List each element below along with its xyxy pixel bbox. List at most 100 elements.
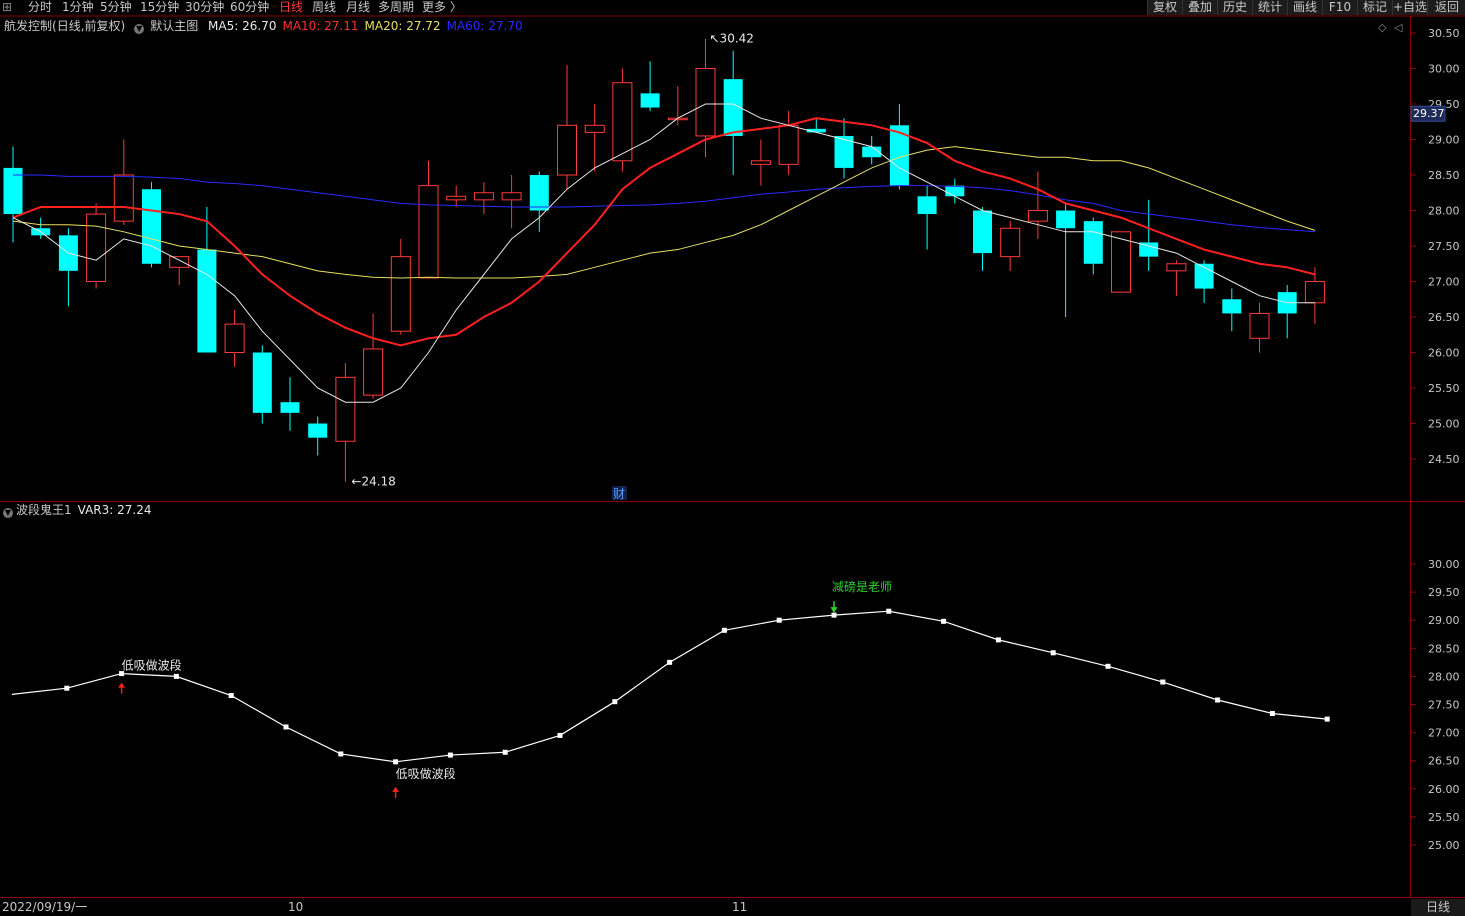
current-price-tag-bg (1410, 105, 1446, 122)
adjust-mode: (日线,前复权) (52, 19, 126, 33)
period-tab[interactable]: 5分钟 (100, 0, 132, 14)
period-tab[interactable]: 日线 (279, 0, 303, 14)
var3-point (1215, 697, 1221, 703)
candle-body-up (1111, 231, 1131, 293)
candle-body-down (723, 79, 743, 136)
indicator-tick-label: 28.00 (1428, 670, 1460, 683)
candle-body-up (1249, 312, 1270, 339)
candle-body-up (667, 117, 688, 121)
high-price-label: ↖30.42 (710, 32, 754, 46)
sell-signal-label: 减磅是老师 (832, 579, 892, 594)
candle-body-down (973, 210, 992, 254)
candle-body-down (1277, 292, 1297, 314)
indicator-tick-label: 26.00 (1428, 783, 1460, 796)
candle-body-down (280, 402, 300, 413)
candle-body-down (142, 189, 161, 264)
buy-arrow-icon (118, 682, 126, 688)
candle-body-up (1000, 227, 1021, 258)
candle-body-down (529, 175, 549, 211)
date-axis-start: 2022/09/19/一 (2, 900, 88, 914)
period-tab[interactable]: 月线 (346, 0, 370, 14)
template-name[interactable]: 默认主图 (150, 19, 198, 33)
indicator-tick-label: 25.50 (1428, 811, 1460, 824)
candle-body-down (31, 228, 51, 236)
candle-body-up (390, 256, 411, 332)
period-tab[interactable]: 多周期 (378, 0, 414, 14)
period-toolbar: ⊞ 分时 1分钟 5分钟 15分钟 30分钟 60分钟 日线 周线 月线 多周期 更多 〉 复权 叠加… (0, 0, 1465, 16)
price-tick-label: 24.50 (1428, 453, 1460, 466)
period-tab[interactable]: 分时 (28, 0, 52, 14)
toolbar-button[interactable]: 统计 (1252, 0, 1287, 15)
candle-body-down (640, 93, 660, 108)
candle-body-down (252, 352, 272, 413)
toolbar-button[interactable]: 复权 (1147, 0, 1182, 15)
candle-body-down (1222, 299, 1242, 314)
period-tab[interactable]: 30分钟 (185, 0, 224, 14)
candle-body-up (501, 192, 522, 201)
var3-point (995, 637, 1001, 643)
price-tick-label: 25.50 (1428, 382, 1460, 395)
current-price-tag: 29.37 (1413, 107, 1445, 120)
toolbar-button[interactable]: F10 (1322, 0, 1357, 15)
var3-point (831, 612, 837, 618)
toolbar-button[interactable]: 叠加 (1182, 0, 1217, 15)
candle-body-down (806, 128, 826, 133)
indicator-tick-label: 27.00 (1428, 727, 1460, 740)
price-tick-label: 27.00 (1428, 276, 1460, 289)
candle-body-up (86, 213, 107, 282)
candle-body-up (446, 195, 467, 201)
candle-body-up (612, 82, 633, 162)
price-tick-label: 26.50 (1428, 311, 1460, 324)
ma-label: MA5: 26.70 (208, 19, 277, 33)
toolbar-button[interactable]: 历史 (1217, 0, 1252, 15)
period-indicator[interactable]: 日线 (1411, 899, 1465, 916)
sell-arrow-icon (830, 607, 838, 614)
buy-signal-label: 低吸做波段 (122, 658, 182, 673)
var3-point (228, 693, 234, 699)
var3-point (283, 724, 289, 730)
indicator-tick-label: 30.00 (1428, 558, 1460, 571)
var3-point (721, 627, 727, 633)
toolbar-button[interactable]: 画线 (1287, 0, 1322, 15)
period-tab[interactable]: 1分钟 (62, 0, 94, 14)
period-tab[interactable]: 更多 〉 (422, 0, 462, 14)
stock-title: 航发控制 (4, 19, 53, 33)
var3-point (1324, 716, 1330, 722)
toolbar-button[interactable]: 标记 (1357, 0, 1392, 15)
indicator-infobar: ▼ 波段鬼王1 VAR3: 27.24 (0, 502, 151, 518)
ma-label: MA20: 27.72 (364, 19, 441, 33)
date-axis-month-11: 11 (732, 900, 748, 914)
period-tab[interactable]: 周线 (312, 0, 336, 14)
kline-chart[interactable]: 30.50 30.00 29.50 29.00 28.50 28.00 27.50 27.00… (0, 0, 1465, 916)
candle-body-down (862, 146, 882, 158)
candle-body-up (750, 160, 771, 165)
candle-body-up (778, 124, 799, 165)
main-chart-infobar: 航发控制(日线,前复权) ▼ 默认主图 MA5: 26.70 MA10: 27.11 M… (0, 18, 535, 34)
ma10-line (12, 117, 1316, 347)
candle-body-down (1194, 263, 1214, 289)
var3-point (64, 685, 70, 691)
low-price-label: ←24.18 (351, 475, 395, 489)
indicator-tick-label: 25.00 (1428, 839, 1460, 852)
candle-body-up (363, 348, 384, 396)
period-tab[interactable]: 15分钟 (140, 0, 179, 14)
var3-point (447, 752, 453, 758)
var3-point (1269, 710, 1275, 716)
price-tick-label: 28.00 (1428, 205, 1460, 218)
diamond-icon: ◇ (1378, 21, 1387, 34)
toolbar-button[interactable]: +自选 (1392, 0, 1427, 15)
toolbar-button[interactable]: 返回 (1427, 0, 1465, 15)
var3-point (667, 659, 673, 665)
var3-point (1050, 650, 1056, 656)
ma20-line (12, 146, 1316, 279)
buy-signal-label: 低吸做波段 (396, 766, 456, 781)
window-menu-icon[interactable]: ⊞ (2, 0, 12, 14)
dropdown-circle-icon[interactable]: ▼ (134, 24, 145, 34)
candle-body-down (1139, 242, 1159, 257)
candle-body-up (335, 376, 356, 442)
dropdown-circle-icon[interactable]: ▼ (3, 508, 13, 518)
indicator-name[interactable]: 波段鬼王1 (16, 503, 72, 517)
period-tab[interactable]: 60分钟 (230, 0, 269, 14)
price-tick-label: 25.00 (1428, 418, 1460, 431)
ma-label: MA60: 27.70 (446, 19, 523, 33)
